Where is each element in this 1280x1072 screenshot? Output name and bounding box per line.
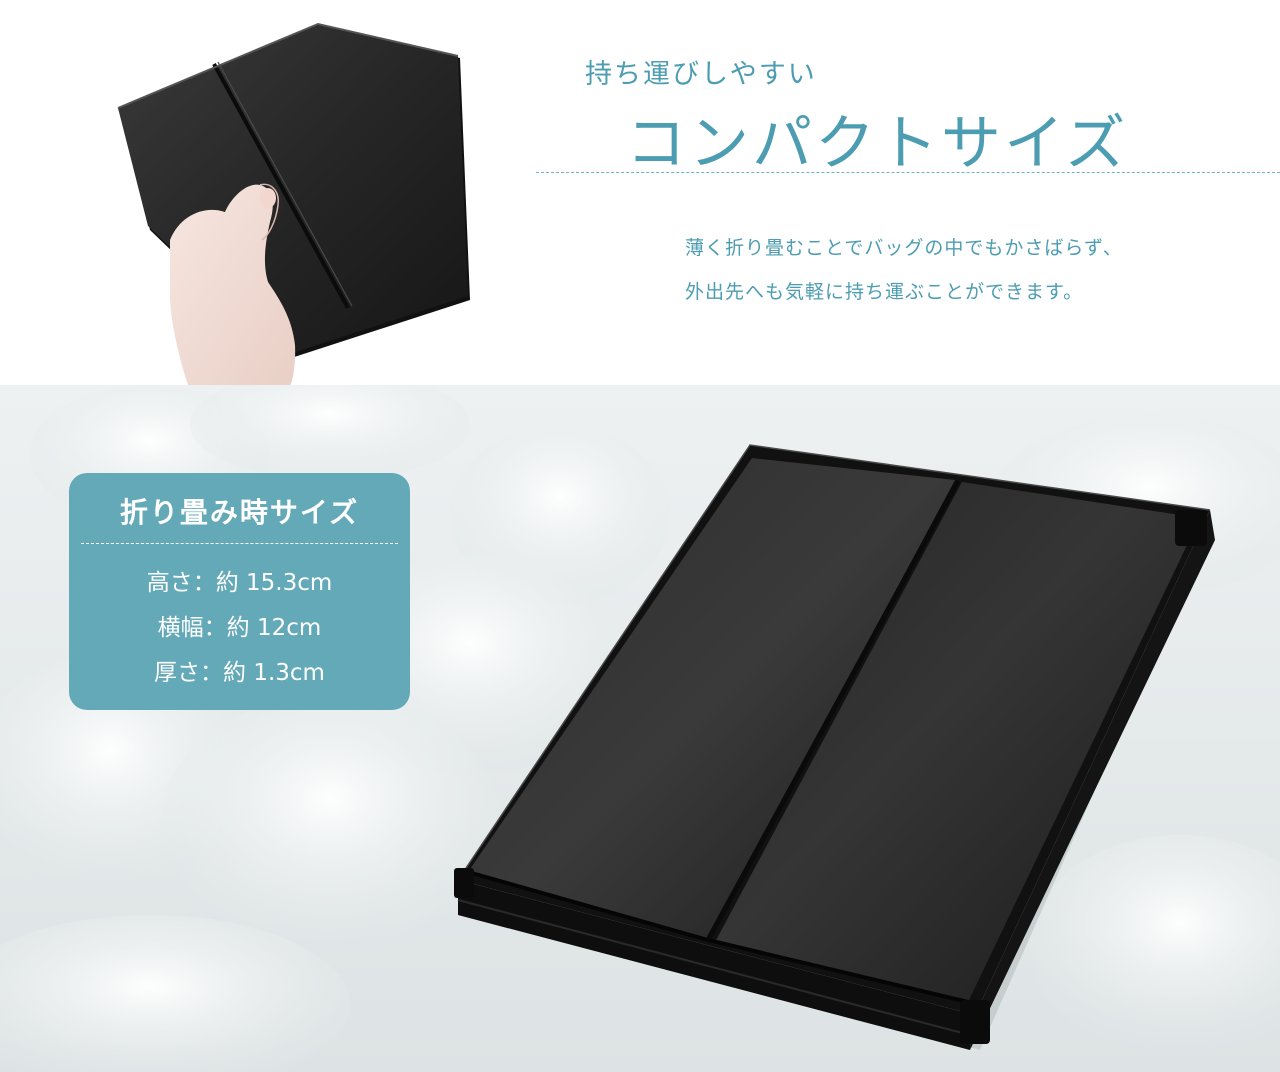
spec-width: 横幅：約 12cm — [157, 615, 322, 641]
spec-thickness: 厚さ：約 1.3cm — [154, 660, 325, 686]
subtitle: 持ち運びしやすい — [585, 59, 817, 90]
description-line: 外出先へも気軽に持ち運ぶことができます。 — [685, 281, 1084, 303]
description-line: 薄く折り畳むことでバッグの中でもかさばらず、 — [685, 237, 1123, 259]
page-title: コンパクトサイズ — [626, 109, 1129, 179]
hand-holding-mirror-photo — [117, 22, 470, 385]
spec-card-divider — [81, 543, 398, 544]
spec-list: 高さ：約 15.3cm 横幅：約 12cm 厚さ：約 1.3cm — [69, 561, 410, 696]
title-divider — [536, 172, 1280, 173]
spec-height: 高さ：約 15.3cm — [146, 570, 333, 596]
spec-card-title: 折り畳み時サイズ — [119, 496, 360, 529]
description: 薄く折り畳むことでバッグの中でもかさばらず、 外出先へも気軽に持ち運ぶことができ… — [685, 226, 1265, 314]
top-section: 持ち運びしやすい コンパクトサイズ 薄く折り畳むことでバッグの中でもかさばらず、… — [0, 0, 1280, 385]
folded-mirror-photo — [454, 444, 1215, 1050]
spec-card: 折り畳み時サイズ 高さ：約 15.3cm 横幅：約 12cm 厚さ：約 1.3c… — [69, 473, 410, 710]
